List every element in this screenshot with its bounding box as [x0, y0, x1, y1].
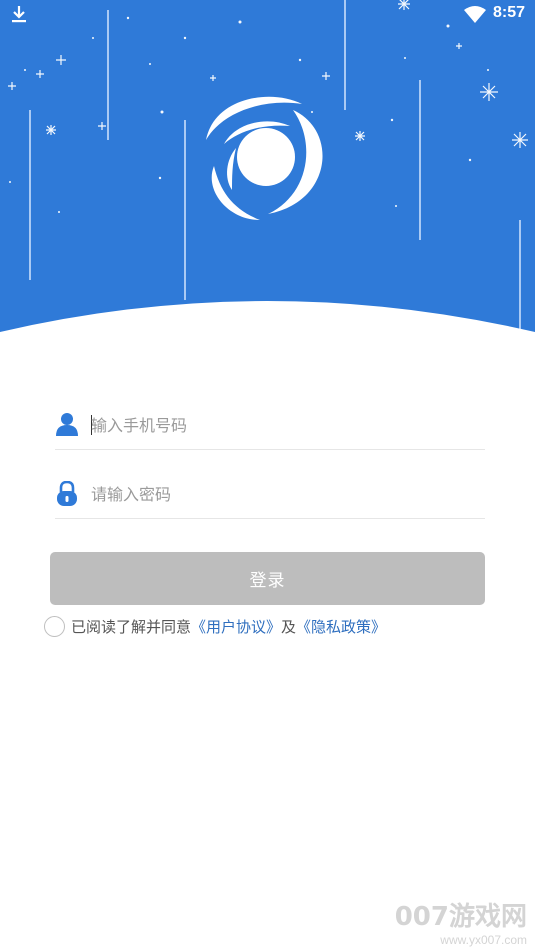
password-field [55, 469, 485, 519]
agreement-prefix: 已阅读了解并同意 [71, 617, 192, 636]
lock-icon [57, 481, 77, 506]
status-time: 8:57 [492, 4, 525, 21]
watermark-url: www.yx007.com [440, 933, 527, 947]
agreement-row: 已阅读了解并同意 《用户协议》 及 《隐私政策》 [44, 614, 386, 638]
download-icon [12, 6, 26, 23]
app-logo [206, 96, 323, 220]
status-bar: 8:57 [0, 0, 535, 30]
password-input[interactable] [91, 477, 471, 511]
user-icon [56, 413, 78, 436]
agreement-radio[interactable] [44, 615, 65, 637]
privacy-policy-link[interactable]: 《隐私政策》 [296, 616, 386, 637]
phone-input[interactable] [91, 408, 471, 442]
agreement-connector: 及 [281, 617, 297, 636]
watermark-brand: 007游戏网 [394, 902, 527, 932]
phone-field [55, 400, 485, 450]
site-watermark: 007游戏网 www.yx007.com [395, 896, 527, 947]
user-agreement-link[interactable]: 《用户协议》 [191, 616, 281, 637]
wifi-icon [464, 6, 486, 23]
login-button[interactable]: 登录 [50, 552, 485, 605]
